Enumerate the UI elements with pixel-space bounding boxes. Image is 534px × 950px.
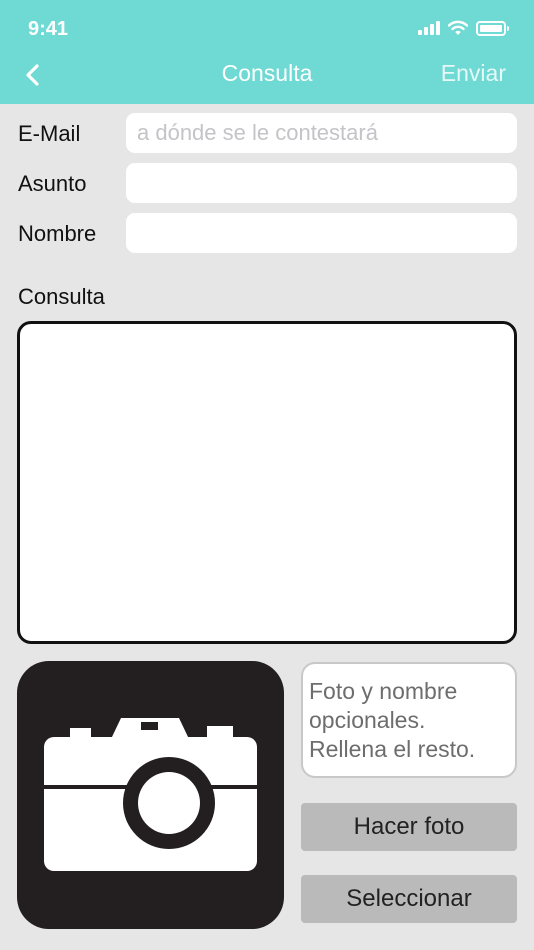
app-header: 9:41 Consulta Enviar — [0, 0, 534, 104]
email-field[interactable] — [126, 113, 517, 153]
cellular-signal-icon — [418, 21, 440, 35]
photo-hint: Foto y nombre opcionales. Rellena el res… — [301, 662, 517, 778]
subject-field[interactable] — [126, 163, 517, 203]
camera-icon — [44, 718, 257, 871]
select-photo-button[interactable]: Seleccionar — [301, 875, 517, 923]
subject-label: Asunto — [18, 171, 87, 196]
email-label: E-Mail — [18, 121, 81, 146]
status-icons — [418, 20, 509, 36]
send-button[interactable]: Enviar — [441, 60, 506, 87]
name-label: Nombre — [18, 221, 97, 246]
wifi-icon — [448, 20, 468, 35]
battery-icon — [476, 20, 509, 36]
photo-preview[interactable] — [17, 661, 284, 929]
query-textarea[interactable] — [17, 321, 517, 644]
query-label: Consulta — [18, 284, 105, 309]
name-field[interactable] — [126, 213, 517, 253]
status-time: 9:41 — [28, 18, 69, 40]
take-photo-button[interactable]: Hacer foto — [301, 803, 517, 851]
